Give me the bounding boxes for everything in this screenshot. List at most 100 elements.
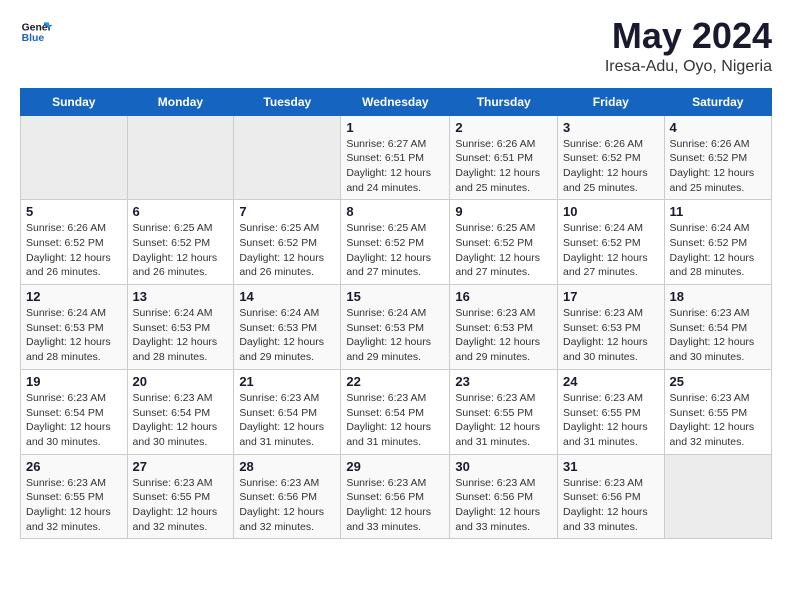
calendar-cell: 19Sunrise: 6:23 AM Sunset: 6:54 PM Dayli…	[21, 369, 128, 454]
day-number: 26	[26, 459, 122, 474]
calendar-cell: 11Sunrise: 6:24 AM Sunset: 6:52 PM Dayli…	[664, 200, 771, 285]
day-number: 4	[670, 120, 766, 135]
day-info: Sunrise: 6:24 AM Sunset: 6:52 PM Dayligh…	[563, 221, 659, 280]
calendar-cell: 1 Sunrise: 6:27 AM Sunset: 6:51 PM Daylig…	[341, 115, 450, 200]
logo: General Blue	[20, 16, 52, 48]
day-info: Sunrise: 6:25 AM Sunset: 6:52 PM Dayligh…	[455, 221, 552, 280]
calendar-week-3: 12 Sunrise: 6:24 AM Sunset: 6:53 PM Dayli…	[21, 285, 772, 370]
logo-icon: General Blue	[20, 16, 52, 48]
calendar-cell: 13 Sunrise: 6:24 AM Sunset: 6:53 PM Dayli…	[127, 285, 234, 370]
page: General Blue May 2024 Iresa-Adu, Oyo, Ni…	[0, 0, 792, 549]
day-number: 18	[670, 289, 766, 304]
calendar-cell: 3Sunrise: 6:26 AM Sunset: 6:52 PM Daylig…	[558, 115, 665, 200]
day-info: Sunrise: 6:23 AM Sunset: 6:53 PM Dayligh…	[455, 306, 552, 365]
day-info: Sunrise: 6:23 AM Sunset: 6:54 PM Dayligh…	[133, 391, 229, 450]
svg-text:Blue: Blue	[22, 33, 45, 44]
day-info: Sunrise: 6:23 AM Sunset: 6:56 PM Dayligh…	[563, 476, 659, 535]
calendar-cell: 23Sunrise: 6:23 AM Sunset: 6:55 PM Dayli…	[450, 369, 558, 454]
calendar-cell: 2Sunrise: 6:26 AM Sunset: 6:51 PM Daylig…	[450, 115, 558, 200]
day-number: 12	[26, 289, 122, 304]
weekday-header-friday: Friday	[558, 88, 665, 115]
day-number: 7	[239, 204, 335, 219]
calendar-cell: 7Sunrise: 6:25 AM Sunset: 6:52 PM Daylig…	[234, 200, 341, 285]
calendar-cell: 12 Sunrise: 6:24 AM Sunset: 6:53 PM Dayli…	[21, 285, 128, 370]
day-number: 9	[455, 204, 552, 219]
day-info: Sunrise: 6:23 AM Sunset: 6:55 PM Dayligh…	[455, 391, 552, 450]
calendar-cell: 15 Sunrise: 6:24 AM Sunset: 6:53 PM Dayli…	[341, 285, 450, 370]
calendar-cell: 17 Sunrise: 6:23 AM Sunset: 6:53 PM Dayli…	[558, 285, 665, 370]
day-number: 15	[346, 289, 444, 304]
day-number: 14	[239, 289, 335, 304]
weekday-header-sunday: Sunday	[21, 88, 128, 115]
calendar-cell	[234, 115, 341, 200]
calendar-cell: 26 Sunrise: 6:23 AM Sunset: 6:55 PM Dayli…	[21, 454, 128, 539]
day-info: Sunrise: 6:23 AM Sunset: 6:55 PM Dayligh…	[563, 391, 659, 450]
day-info: Sunrise: 6:27 AM Sunset: 6:51 PM Dayligh…	[346, 137, 444, 196]
day-number: 30	[455, 459, 552, 474]
day-info: Sunrise: 6:23 AM Sunset: 6:54 PM Dayligh…	[239, 391, 335, 450]
day-number: 1	[346, 120, 444, 135]
calendar-week-4: 19Sunrise: 6:23 AM Sunset: 6:54 PM Dayli…	[21, 369, 772, 454]
calendar-cell: 16 Sunrise: 6:23 AM Sunset: 6:53 PM Dayli…	[450, 285, 558, 370]
day-number: 16	[455, 289, 552, 304]
calendar-cell: 28Sunrise: 6:23 AM Sunset: 6:56 PM Dayli…	[234, 454, 341, 539]
day-number: 5	[26, 204, 122, 219]
calendar-cell: 31 Sunrise: 6:23 AM Sunset: 6:56 PM Dayli…	[558, 454, 665, 539]
day-number: 22	[346, 374, 444, 389]
day-number: 28	[239, 459, 335, 474]
day-info: Sunrise: 6:23 AM Sunset: 6:55 PM Dayligh…	[133, 476, 229, 535]
day-info: Sunrise: 6:24 AM Sunset: 6:53 PM Dayligh…	[26, 306, 122, 365]
day-number: 10	[563, 204, 659, 219]
calendar-cell	[664, 454, 771, 539]
day-number: 31	[563, 459, 659, 474]
month-title: May 2024	[605, 16, 772, 56]
title-block: May 2024 Iresa-Adu, Oyo, Nigeria	[605, 16, 772, 76]
day-info: Sunrise: 6:24 AM Sunset: 6:53 PM Dayligh…	[346, 306, 444, 365]
calendar-cell: 6Sunrise: 6:25 AM Sunset: 6:52 PM Daylig…	[127, 200, 234, 285]
day-info: Sunrise: 6:23 AM Sunset: 6:55 PM Dayligh…	[670, 391, 766, 450]
day-number: 11	[670, 204, 766, 219]
calendar-cell: 8 Sunrise: 6:25 AM Sunset: 6:52 PM Daylig…	[341, 200, 450, 285]
calendar-cell: 10 Sunrise: 6:24 AM Sunset: 6:52 PM Dayli…	[558, 200, 665, 285]
location-title: Iresa-Adu, Oyo, Nigeria	[605, 58, 772, 76]
calendar-week-2: 5 Sunrise: 6:26 AM Sunset: 6:52 PM Daylig…	[21, 200, 772, 285]
day-info: Sunrise: 6:25 AM Sunset: 6:52 PM Dayligh…	[346, 221, 444, 280]
day-number: 27	[133, 459, 229, 474]
day-number: 17	[563, 289, 659, 304]
weekday-header-row: SundayMondayTuesdayWednesdayThursdayFrid…	[21, 88, 772, 115]
calendar-cell	[127, 115, 234, 200]
day-info: Sunrise: 6:24 AM Sunset: 6:53 PM Dayligh…	[133, 306, 229, 365]
weekday-header-thursday: Thursday	[450, 88, 558, 115]
day-info: Sunrise: 6:23 AM Sunset: 6:54 PM Dayligh…	[346, 391, 444, 450]
day-number: 13	[133, 289, 229, 304]
day-number: 3	[563, 120, 659, 135]
calendar-cell	[21, 115, 128, 200]
day-info: Sunrise: 6:26 AM Sunset: 6:51 PM Dayligh…	[455, 137, 552, 196]
calendar-cell: 27 Sunrise: 6:23 AM Sunset: 6:55 PM Dayli…	[127, 454, 234, 539]
calendar-cell: 14 Sunrise: 6:24 AM Sunset: 6:53 PM Dayli…	[234, 285, 341, 370]
day-number: 24	[563, 374, 659, 389]
day-info: Sunrise: 6:26 AM Sunset: 6:52 PM Dayligh…	[26, 221, 122, 280]
weekday-header-saturday: Saturday	[664, 88, 771, 115]
calendar-cell: 30 Sunrise: 6:23 AM Sunset: 6:56 PM Dayli…	[450, 454, 558, 539]
weekday-header-wednesday: Wednesday	[341, 88, 450, 115]
calendar-cell: 20 Sunrise: 6:23 AM Sunset: 6:54 PM Dayli…	[127, 369, 234, 454]
day-number: 20	[133, 374, 229, 389]
day-number: 8	[346, 204, 444, 219]
day-info: Sunrise: 6:23 AM Sunset: 6:54 PM Dayligh…	[670, 306, 766, 365]
day-number: 6	[133, 204, 229, 219]
header: General Blue May 2024 Iresa-Adu, Oyo, Ni…	[20, 16, 772, 76]
day-info: Sunrise: 6:23 AM Sunset: 6:56 PM Dayligh…	[455, 476, 552, 535]
day-info: Sunrise: 6:24 AM Sunset: 6:53 PM Dayligh…	[239, 306, 335, 365]
calendar-cell: 4Sunrise: 6:26 AM Sunset: 6:52 PM Daylig…	[664, 115, 771, 200]
day-info: Sunrise: 6:23 AM Sunset: 6:55 PM Dayligh…	[26, 476, 122, 535]
day-info: Sunrise: 6:23 AM Sunset: 6:56 PM Dayligh…	[346, 476, 444, 535]
day-info: Sunrise: 6:23 AM Sunset: 6:53 PM Dayligh…	[563, 306, 659, 365]
calendar-table: SundayMondayTuesdayWednesdayThursdayFrid…	[20, 88, 772, 540]
calendar-cell: 24 Sunrise: 6:23 AM Sunset: 6:55 PM Dayli…	[558, 369, 665, 454]
calendar-cell: 18 Sunrise: 6:23 AM Sunset: 6:54 PM Dayli…	[664, 285, 771, 370]
calendar-cell: 25 Sunrise: 6:23 AM Sunset: 6:55 PM Dayli…	[664, 369, 771, 454]
calendar-cell: 29Sunrise: 6:23 AM Sunset: 6:56 PM Dayli…	[341, 454, 450, 539]
day-number: 21	[239, 374, 335, 389]
day-number: 25	[670, 374, 766, 389]
